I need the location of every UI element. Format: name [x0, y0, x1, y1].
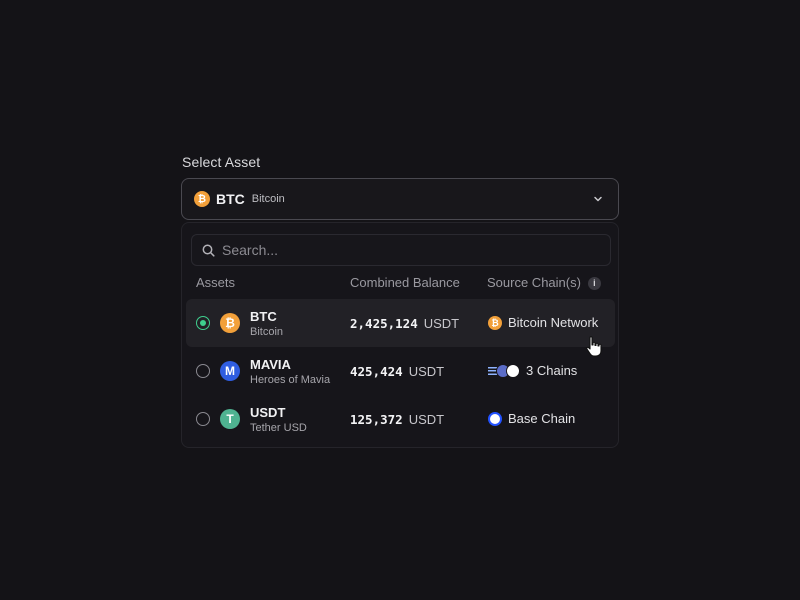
balance-value: 2,425,124 [350, 316, 418, 331]
asset-symbol: BTC [250, 309, 277, 324]
asset-name: Tether USD [250, 422, 307, 434]
mavia-icon: M [220, 361, 240, 381]
bitcoin-icon: ₿ [194, 191, 210, 207]
balance-unit: USDT [408, 364, 445, 379]
asset-row-btc[interactable]: ₿ BTC Bitcoin 2,425,124 USDT ₿ Bitcoin Ne… [186, 299, 615, 347]
asset-balance: 425,424 USDT [350, 364, 444, 379]
asset-select[interactable]: ₿ BTC Bitcoin [181, 178, 619, 220]
chevron-down-icon[interactable] [592, 193, 604, 205]
search-input[interactable] [222, 242, 602, 258]
base-chain-icon [506, 363, 520, 378]
asset-balance: 2,425,124 USDT [350, 316, 459, 331]
chain-icons-stack [488, 363, 520, 378]
hand-pointer-cursor-icon [586, 336, 602, 357]
asset-balance: 125,372 USDT [350, 412, 444, 427]
radio-button[interactable] [196, 364, 210, 378]
bitcoin-icon: ₿ [220, 313, 240, 333]
balance-value: 425,424 [350, 364, 403, 379]
selected-asset-name: Bitcoin [251, 193, 285, 205]
source-chain: ₿ Bitcoin Network [488, 315, 598, 330]
source-chain: 3 Chains [488, 363, 577, 378]
select-asset-label: Select Asset [182, 154, 261, 170]
balance-unit: USDT [408, 412, 445, 427]
base-chain-icon [488, 411, 502, 426]
asset-symbol: USDT [250, 405, 286, 420]
search-box[interactable] [191, 234, 611, 266]
chain-label: Base Chain [508, 411, 576, 426]
radio-button-selected[interactable] [196, 316, 210, 330]
asset-name: Heroes of Mavia [250, 374, 331, 386]
info-icon[interactable]: i [587, 276, 601, 290]
asset-symbol: MAVIA [250, 357, 291, 372]
asset-row-mavia[interactable]: M MAVIA Heroes of Mavia 425,424 USDT 3 Ch… [186, 347, 615, 395]
column-header-balance: Combined Balance [350, 275, 460, 290]
column-header-assets: Assets [196, 275, 236, 290]
balance-unit: USDT [423, 316, 460, 331]
asset-dropdown: Assets Combined Balance Source Chain(s) i… [181, 222, 619, 448]
column-header-chains-label: Source Chain(s) [487, 275, 581, 290]
source-chain: Base Chain [488, 411, 575, 426]
bitcoin-icon: ₿ [488, 315, 502, 330]
search-icon [202, 244, 215, 257]
tether-icon: T [220, 409, 240, 429]
chain-label: Bitcoin Network [508, 315, 599, 330]
asset-name: Bitcoin [250, 326, 284, 338]
column-header-chains: Source Chain(s) i [487, 275, 601, 290]
balance-value: 125,372 [350, 412, 403, 427]
radio-button[interactable] [196, 412, 210, 426]
asset-row-usdt[interactable]: T USDT Tether USD 125,372 USDT Base Chain [186, 395, 615, 443]
chain-label: 3 Chains [526, 363, 578, 378]
selected-asset-symbol: BTC [216, 191, 245, 207]
